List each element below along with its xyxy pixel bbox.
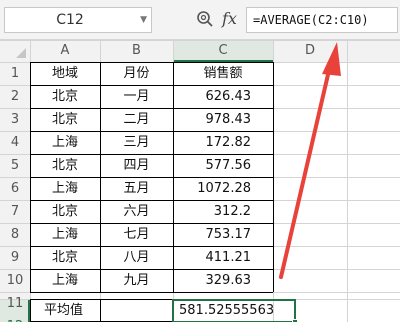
row-header[interactable]: 3 [0,108,30,131]
cell-c1[interactable]: 销售额 [173,62,273,85]
formula-input[interactable]: =AVERAGE(C2:C10) [246,7,398,33]
table-cell[interactable]: 312.2 [173,200,273,223]
formula-text: =AVERAGE(C2:C10) [253,13,369,27]
table-cell[interactable]: 四月 [100,154,173,177]
formula-bar: C12 ▼ fx =AVERAGE(C2:C10) [0,0,400,40]
table-cell[interactable]: 上海 [30,131,100,154]
table-cell[interactable]: 753.17 [173,223,273,246]
table-cell[interactable]: 一月 [100,85,173,108]
select-all-corner[interactable] [16,48,26,58]
table-cell[interactable]: 626.43 [173,85,273,108]
cell-b1[interactable]: 月份 [100,62,173,85]
row-header[interactable]: 11 [0,292,30,315]
spreadsheet-grid[interactable]: A B C D 1 2 3 4 5 6 7 8 9 10 11 12 地域 月份… [0,40,400,322]
table-cell[interactable]: 978.43 [173,108,273,131]
row-header[interactable]: 4 [0,131,30,154]
column-header-b[interactable]: B [100,40,173,62]
table-cell[interactable]: 411.21 [173,246,273,269]
table-cell[interactable]: 172.82 [173,131,273,154]
row-header-selected[interactable]: 12 [0,315,30,322]
name-box-value: C12 [56,12,84,28]
column-header-d[interactable]: D [273,40,347,62]
column-header-c[interactable]: C [173,40,273,62]
name-box[interactable]: C12 ▼ [4,7,152,33]
table-cell[interactable]: 上海 [30,269,100,292]
table-cell[interactable]: 上海 [30,177,100,200]
row-header[interactable]: 6 [0,177,30,200]
row-header[interactable]: 10 [0,269,30,292]
table-cell[interactable]: 九月 [100,269,173,292]
table-cell[interactable]: 八月 [100,246,173,269]
row-header[interactable]: 9 [0,246,30,269]
table-cell[interactable]: 五月 [100,177,173,200]
zoom-icon[interactable] [196,10,214,28]
column-header-a[interactable]: A [30,40,100,62]
row-header[interactable]: 5 [0,154,30,177]
table-cell[interactable]: 二月 [100,108,173,131]
table-cell[interactable]: 七月 [100,223,173,246]
table-cell[interactable]: 北京 [30,200,100,223]
table-cell[interactable]: 北京 [30,85,100,108]
row-header[interactable]: 7 [0,200,30,223]
row-header[interactable]: 8 [0,223,30,246]
table-cell[interactable]: 北京 [30,154,100,177]
table-cell[interactable]: 577.56 [173,154,273,177]
cell-a1[interactable]: 地域 [30,62,100,85]
row-header[interactable]: 1 [0,62,30,85]
chevron-down-icon[interactable]: ▼ [140,8,147,32]
table-cell[interactable]: 北京 [30,108,100,131]
active-cell-border [172,299,296,322]
table-cell[interactable]: 三月 [100,131,173,154]
average-label-cell[interactable]: 平均值 [30,299,100,322]
table-cell[interactable]: 六月 [100,200,173,223]
fx-icon[interactable]: fx [222,6,237,32]
table-cell[interactable]: 329.63 [173,269,273,292]
table-cell[interactable]: 北京 [30,246,100,269]
row-header[interactable]: 2 [0,85,30,108]
table-cell[interactable]: 上海 [30,223,100,246]
table-cell[interactable]: 1072.28 [173,177,273,200]
